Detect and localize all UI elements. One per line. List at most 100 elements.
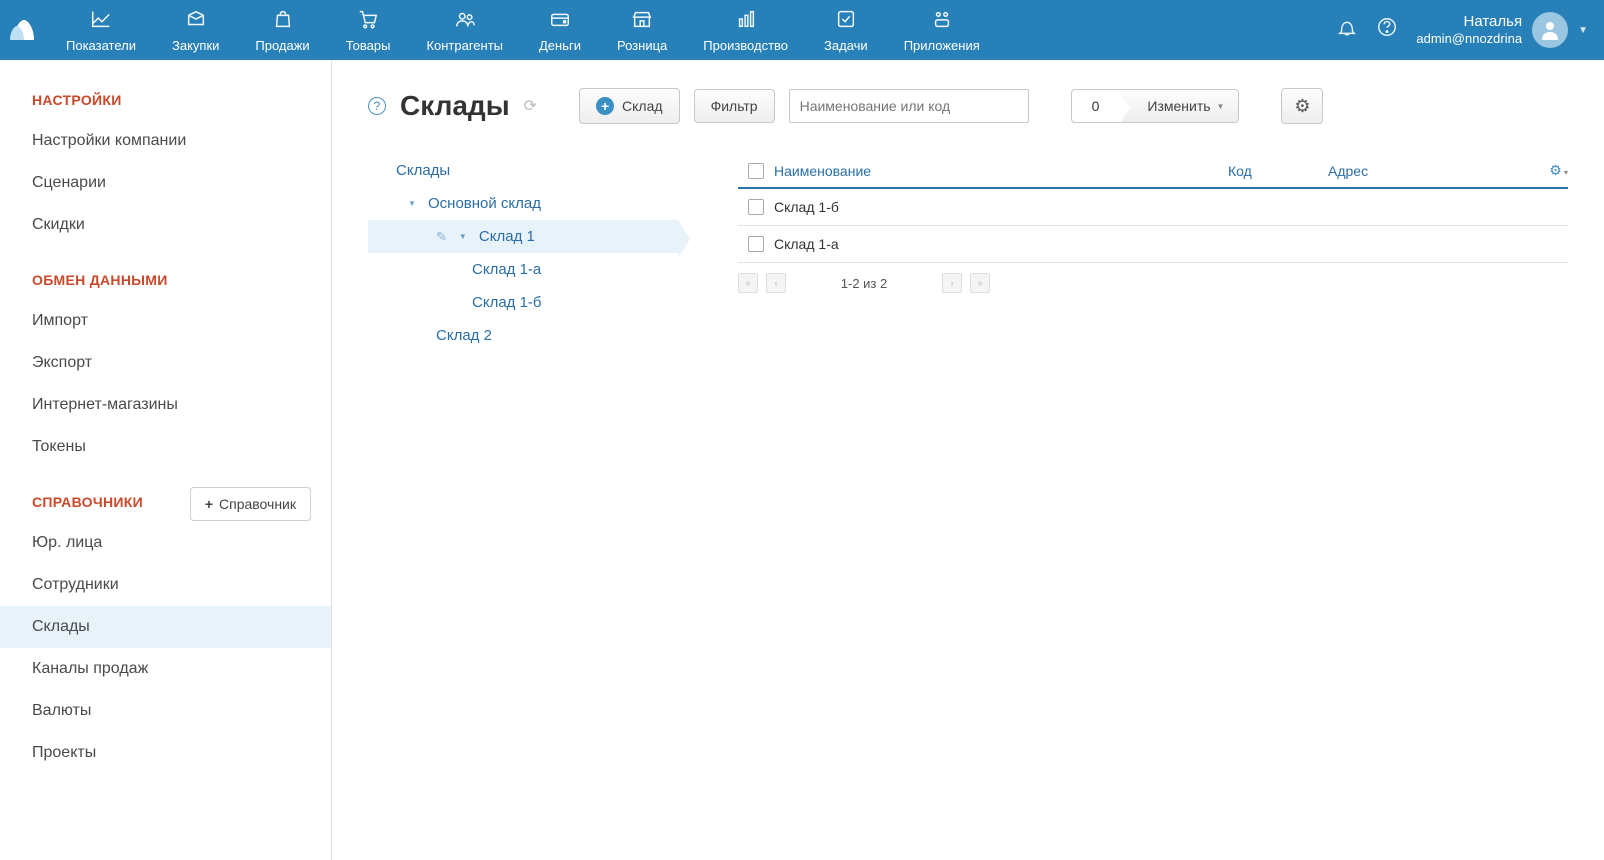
page-title: Склады xyxy=(400,90,510,122)
chevron-down-icon[interactable]: ▼ xyxy=(408,199,420,208)
add-reference-button[interactable]: + Справочник xyxy=(190,487,311,521)
cart-icon xyxy=(357,8,379,36)
table-row[interactable]: Склад 1-а xyxy=(738,226,1568,263)
tree-item-warehouse-1a[interactable]: Склад 1-а xyxy=(368,253,678,286)
nav-production[interactable]: Производство xyxy=(685,0,806,60)
nav-right: Наталья admin@nnozdrina ▼ xyxy=(1336,0,1604,60)
pager-info: 1-2 из 2 xyxy=(794,276,934,291)
sidebar-item-import[interactable]: Импорт xyxy=(0,300,331,342)
sidebar-section-refs: СПРАВОЧНИКИ xyxy=(0,486,143,522)
pager-last[interactable]: » xyxy=(970,273,990,293)
sidebar-item-legal[interactable]: Юр. лица xyxy=(0,522,331,564)
plus-icon: + xyxy=(205,496,213,512)
change-button[interactable]: Изменить ▼ xyxy=(1133,90,1238,122)
nav-items: Показатели Закупки Продажи Товары Контра… xyxy=(48,0,1336,60)
pager-prev[interactable]: ‹ xyxy=(766,273,786,293)
people-icon xyxy=(454,8,476,36)
nav-tasks[interactable]: Задачи xyxy=(806,0,886,60)
tree-item-main-warehouse[interactable]: ▼ Основной склад xyxy=(368,187,678,220)
tree-label: Склад 1-б xyxy=(472,294,542,311)
user-name: Наталья xyxy=(1416,13,1522,31)
tree-item-warehouse-1b[interactable]: Склад 1-б xyxy=(368,286,678,319)
user-menu[interactable]: Наталья admin@nnozdrina ▼ xyxy=(1416,12,1588,48)
nav-counterparties[interactable]: Контрагенты xyxy=(408,0,521,60)
selection-count: 0 xyxy=(1072,90,1120,122)
nav-label: Производство xyxy=(703,38,788,53)
tree-label: Склад 1 xyxy=(479,228,535,245)
tree-label: Основной склад xyxy=(428,195,541,212)
main-content: ? Склады ⟳ + Склад Фильтр 0 Изменить ▼ xyxy=(332,60,1604,860)
add-warehouse-label: Склад xyxy=(622,98,663,114)
refresh-icon[interactable]: ⟳ xyxy=(524,96,537,116)
row-checkbox[interactable] xyxy=(748,199,764,215)
settings-button[interactable]: ⚙ xyxy=(1281,88,1323,124)
nav-label: Приложения xyxy=(904,38,980,53)
row-checkbox[interactable] xyxy=(748,236,764,252)
pencil-icon[interactable]: ✎ xyxy=(436,229,447,245)
nav-indicators[interactable]: Показатели xyxy=(48,0,154,60)
wallet-icon xyxy=(549,8,571,36)
apps-icon xyxy=(931,8,953,36)
chevron-down-icon: ▼ xyxy=(1578,25,1588,36)
nav-label: Контрагенты xyxy=(426,38,503,53)
nav-money[interactable]: Деньги xyxy=(521,0,599,60)
nav-label: Задачи xyxy=(824,38,868,53)
tree-item-warehouse-1[interactable]: ✎ ▼ Склад 1 xyxy=(368,220,678,253)
table-row[interactable]: Склад 1-б xyxy=(738,189,1568,226)
cell-name: Склад 1-а xyxy=(774,236,1228,252)
nav-label: Закупки xyxy=(172,38,219,53)
filter-label: Фильтр xyxy=(711,98,758,114)
table-header: Наименование Код Адрес ⚙ ▾ xyxy=(738,154,1568,189)
user-text: Наталья admin@nnozdrina xyxy=(1416,13,1522,47)
nav-sales[interactable]: Продажи xyxy=(237,0,327,60)
sidebar-item-currencies[interactable]: Валюты xyxy=(0,690,331,732)
cell-name: Склад 1-б xyxy=(774,199,1228,215)
app-logo[interactable] xyxy=(0,0,48,60)
sidebar-item-sales-channels[interactable]: Каналы продаж xyxy=(0,648,331,690)
filter-button[interactable]: Фильтр xyxy=(694,89,775,123)
col-address[interactable]: Адрес xyxy=(1328,163,1538,179)
top-navigation: Показатели Закупки Продажи Товары Контра… xyxy=(0,0,1604,60)
nav-purchases[interactable]: Закупки xyxy=(154,0,237,60)
col-name[interactable]: Наименование xyxy=(774,163,1228,179)
tree-root[interactable]: Склады xyxy=(368,154,678,187)
table-settings-icon[interactable]: ⚙ xyxy=(1549,162,1562,178)
warehouse-table: Наименование Код Адрес ⚙ ▾ Склад 1-б Скл… xyxy=(738,154,1568,352)
selection-counter: 0 Изменить ▼ xyxy=(1071,89,1240,123)
tree-item-warehouse-2[interactable]: Склад 2 xyxy=(368,319,678,352)
bars-icon xyxy=(735,8,757,36)
sidebar-item-projects[interactable]: Проекты xyxy=(0,732,331,774)
pager-first[interactable]: « xyxy=(738,273,758,293)
nav-label: Показатели xyxy=(66,38,136,53)
chevron-down-icon[interactable]: ▼ xyxy=(459,232,471,241)
select-all-checkbox[interactable] xyxy=(748,163,764,179)
help-icon[interactable] xyxy=(1376,16,1398,44)
sidebar-section-exchange: ОБМЕН ДАННЫМИ xyxy=(0,264,331,300)
chevron-down-icon: ▾ xyxy=(1562,168,1568,177)
user-email: admin@nnozdrina xyxy=(1416,31,1522,47)
nav-apps[interactable]: Приложения xyxy=(886,0,998,60)
nav-retail[interactable]: Розница xyxy=(599,0,685,60)
bell-icon[interactable] xyxy=(1336,16,1358,44)
nav-label: Товары xyxy=(346,38,391,53)
sidebar-item-warehouses[interactable]: Склады xyxy=(0,606,331,648)
add-warehouse-button[interactable]: + Склад xyxy=(579,88,680,124)
sidebar: НАСТРОЙКИ Настройки компании Сценарии Ск… xyxy=(0,60,332,860)
sidebar-item-tokens[interactable]: Токены xyxy=(0,426,331,468)
sidebar-item-export[interactable]: Экспорт xyxy=(0,342,331,384)
sidebar-item-employees[interactable]: Сотрудники xyxy=(0,564,331,606)
nav-goods[interactable]: Товары xyxy=(328,0,409,60)
nav-label: Розница xyxy=(617,38,667,53)
pager-next[interactable]: › xyxy=(942,273,962,293)
col-code[interactable]: Код xyxy=(1228,163,1328,179)
sidebar-item-webshops[interactable]: Интернет-магазины xyxy=(0,384,331,426)
sidebar-item-scenarios[interactable]: Сценарии xyxy=(0,162,331,204)
checklist-icon xyxy=(835,8,857,36)
search-input[interactable] xyxy=(789,89,1029,123)
pagination: « ‹ 1-2 из 2 › » xyxy=(738,263,1568,303)
change-label: Изменить xyxy=(1147,98,1210,114)
sidebar-item-company-settings[interactable]: Настройки компании xyxy=(0,120,331,162)
page-help-icon[interactable]: ? xyxy=(368,97,386,115)
avatar-icon xyxy=(1532,12,1568,48)
sidebar-item-discounts[interactable]: Скидки xyxy=(0,204,331,246)
